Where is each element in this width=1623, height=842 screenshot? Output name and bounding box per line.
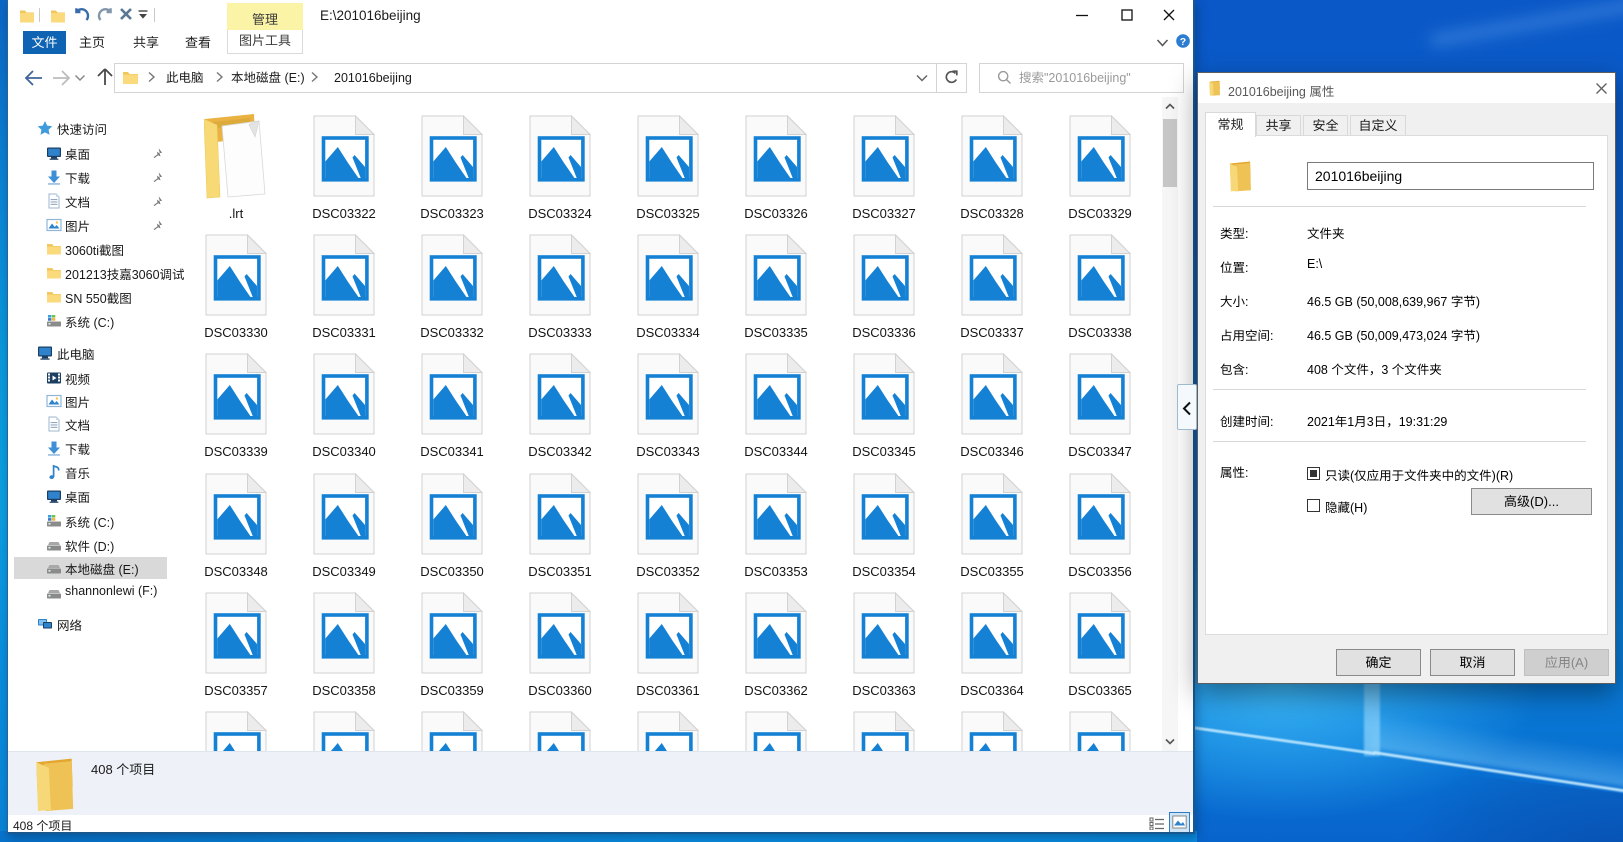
svg-text:?: ? [1180,36,1186,48]
